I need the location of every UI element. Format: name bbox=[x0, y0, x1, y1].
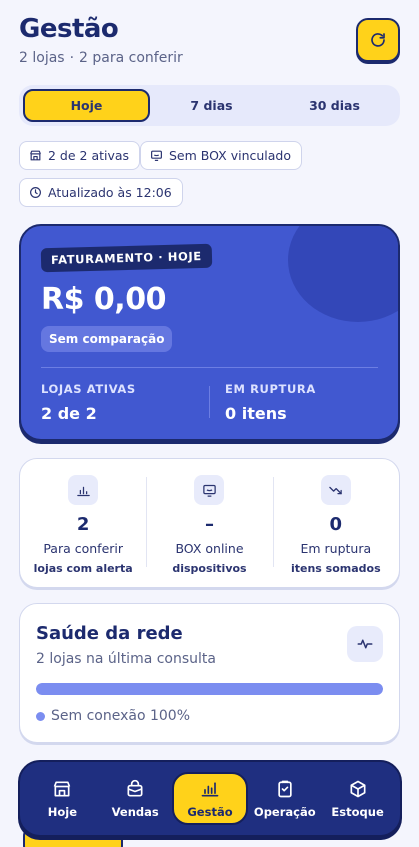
bottom-navigation: Hoje Vendas Gestão Operação Estoque bbox=[18, 760, 402, 837]
store-icon bbox=[30, 150, 41, 161]
tab-7-days[interactable]: 7 dias bbox=[150, 89, 273, 122]
stat-sublabel: lojas com alerta bbox=[33, 562, 133, 575]
hero-column-divider bbox=[209, 386, 210, 418]
nav-item-operacao[interactable]: Operação bbox=[248, 772, 321, 825]
monitor-icon bbox=[194, 475, 225, 505]
stat-label: BOX online bbox=[175, 541, 244, 556]
network-health-subtitle: 2 lojas na última consulta bbox=[36, 651, 216, 667]
nav-label: Hoje bbox=[47, 804, 78, 819]
monitor-icon bbox=[151, 150, 162, 161]
updated-label: Atualizado às 12:06 bbox=[48, 185, 172, 200]
stat-label: Em ruptura bbox=[300, 541, 372, 556]
page-subtitle: 2 lojas · 2 para conferir bbox=[19, 50, 400, 66]
store-count: 2 lojas bbox=[19, 50, 65, 66]
stat-rupture[interactable]: 0 Em ruptura itens somados bbox=[272, 459, 399, 587]
box-label: Sem BOX vinculado bbox=[169, 148, 292, 163]
stat-to-review[interactable]: 2 Para conferir lojas com alerta bbox=[20, 459, 146, 587]
active-stores-label: 2 de 2 ativas bbox=[48, 148, 130, 163]
clipboard-icon bbox=[278, 780, 292, 797]
stat-value: 2 bbox=[76, 514, 90, 535]
stats-card: 2 Para conferir lojas com alerta – BOX o… bbox=[19, 458, 400, 588]
shopping-bag-icon bbox=[127, 779, 143, 796]
page-title: Gestão bbox=[19, 14, 119, 44]
stat-label: Para conferir bbox=[43, 541, 124, 556]
comparison-badge: Sem comparação bbox=[41, 326, 173, 352]
stat-value: 0 bbox=[329, 514, 343, 535]
box-icon bbox=[350, 780, 366, 797]
refresh-icon bbox=[371, 33, 385, 47]
pulse-icon bbox=[347, 626, 383, 662]
updated-chip: Atualizado às 12:06 bbox=[19, 178, 183, 207]
box-chip[interactable]: Sem BOX vinculado bbox=[140, 141, 303, 170]
nav-item-gestao[interactable]: Gestão bbox=[171, 772, 249, 825]
nav-item-vendas[interactable]: Vendas bbox=[99, 772, 172, 825]
legend-label: Sem conexão 100% bbox=[51, 708, 190, 724]
tab-today[interactable]: Hoje bbox=[23, 89, 150, 122]
revenue-value: R$ 0,00 bbox=[41, 282, 166, 317]
active-stores-metric: LOJAS ATIVAS 2 de 2 bbox=[41, 382, 136, 423]
revenue-card: FATURAMENTO · HOJE R$ 0,00 Sem comparaçã… bbox=[19, 224, 400, 441]
active-stores-metric-label: LOJAS ATIVAS bbox=[41, 382, 136, 396]
health-progress-fill bbox=[36, 683, 383, 695]
health-legend: Sem conexão 100% bbox=[36, 708, 190, 724]
pending-count: 2 para conferir bbox=[79, 50, 183, 66]
bar-chart-icon bbox=[68, 475, 99, 505]
store-icon bbox=[54, 781, 71, 796]
stat-sublabel: itens somados bbox=[290, 562, 381, 575]
legend-dot bbox=[36, 711, 45, 721]
clock-icon bbox=[30, 187, 41, 198]
chart-icon bbox=[201, 781, 219, 796]
tab-30-days[interactable]: 30 dias bbox=[273, 89, 396, 122]
nav-label: Estoque bbox=[331, 804, 384, 819]
active-stores-chip[interactable]: 2 de 2 ativas bbox=[19, 141, 141, 170]
rupture-metric: EM RUPTURA 0 itens bbox=[225, 382, 316, 423]
health-progress-bar bbox=[36, 683, 383, 695]
subtitle-separator: · bbox=[69, 50, 75, 66]
nav-item-hoje[interactable]: Hoje bbox=[26, 772, 99, 825]
network-health-title: Saúde da rede bbox=[36, 623, 183, 644]
rupture-metric-label: EM RUPTURA bbox=[225, 382, 316, 396]
network-health-card[interactable]: Saúde da rede 2 lojas na última consulta… bbox=[19, 603, 400, 743]
active-stores-metric-value: 2 de 2 bbox=[41, 404, 97, 423]
refresh-button[interactable] bbox=[356, 18, 400, 62]
page-header: Gestão 2 lojas · 2 para conferir bbox=[19, 14, 400, 74]
nav-label: Operação bbox=[253, 804, 316, 819]
decorative-blob bbox=[288, 226, 398, 322]
nav-item-estoque[interactable]: Estoque bbox=[321, 772, 394, 825]
nav-label: Gestão bbox=[187, 804, 233, 819]
stat-value: – bbox=[204, 514, 214, 535]
stat-sublabel: dispositivos bbox=[172, 562, 247, 575]
revenue-tag: FATURAMENTO · HOJE bbox=[40, 243, 213, 273]
hero-divider bbox=[41, 367, 378, 368]
period-selector: Hoje 7 dias 30 dias bbox=[19, 85, 400, 126]
nav-label: Vendas bbox=[111, 804, 159, 819]
stat-box-online[interactable]: – BOX online dispositivos bbox=[146, 459, 272, 587]
trend-down-icon bbox=[320, 475, 351, 505]
rupture-metric-value: 0 itens bbox=[225, 404, 287, 423]
